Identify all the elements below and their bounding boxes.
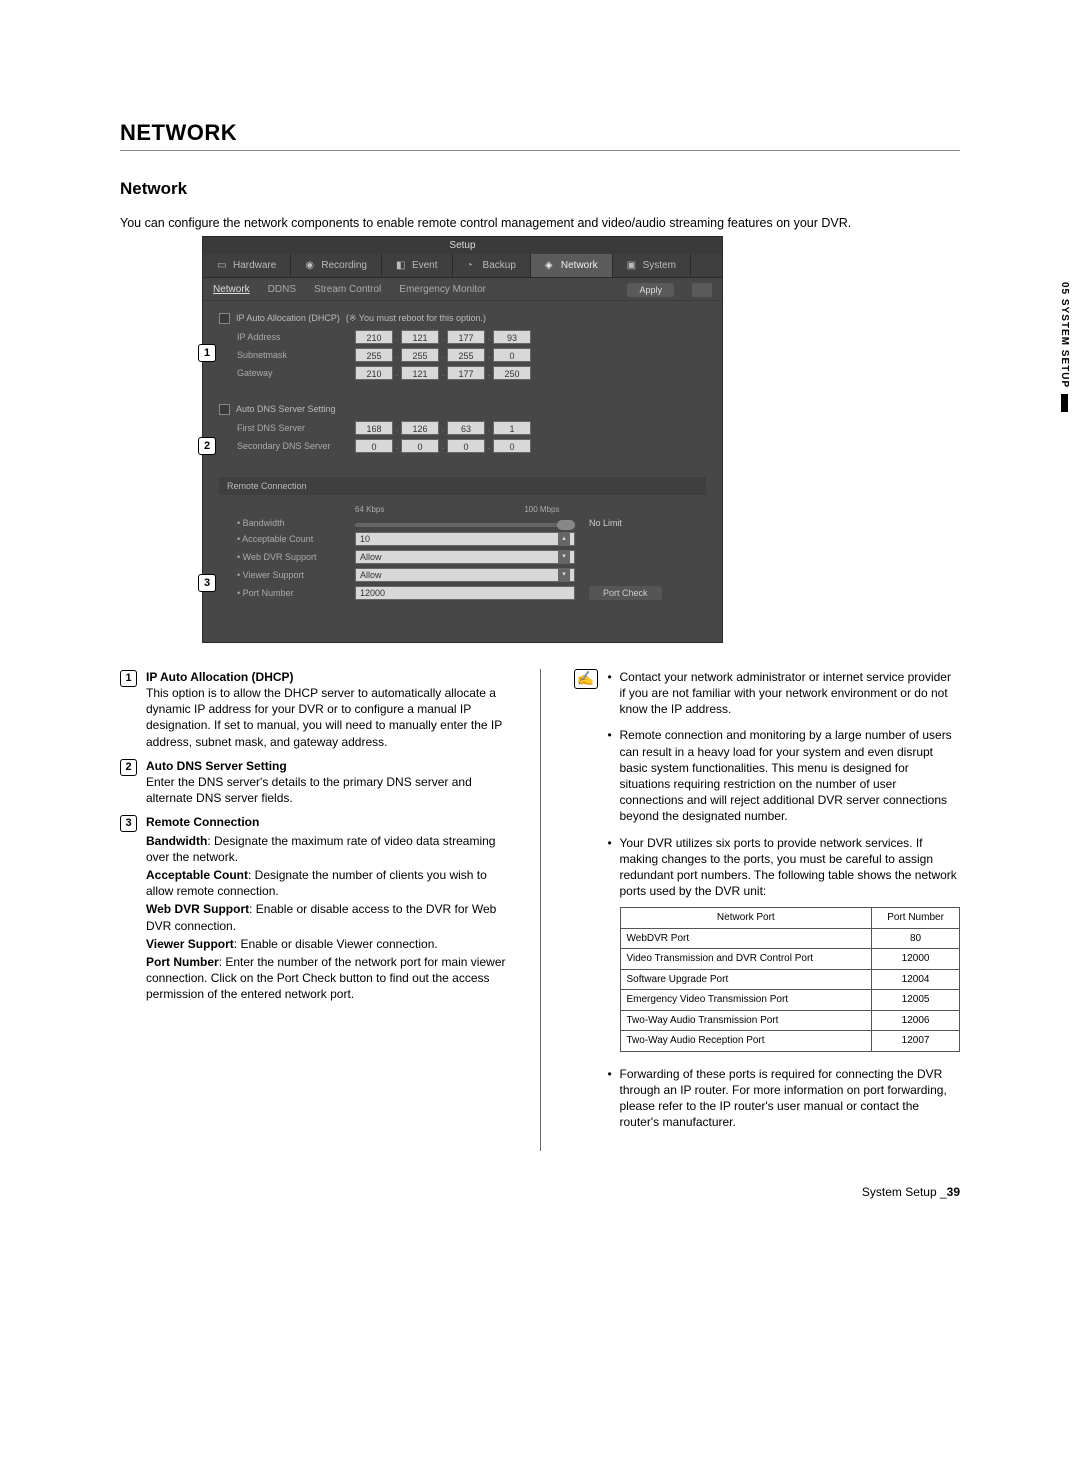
subtab-network[interactable]: Network bbox=[213, 284, 250, 299]
gateway-field[interactable]: 210. 121. 177. 250 bbox=[355, 366, 531, 380]
ports-h2: Port Number bbox=[872, 908, 960, 929]
viewer-support-select[interactable]: Allow▾ bbox=[355, 568, 575, 582]
network-icon: ◈ bbox=[545, 260, 556, 271]
column-divider bbox=[540, 669, 541, 1151]
tab-system[interactable]: ▣System bbox=[613, 254, 691, 277]
tab-hardware[interactable]: ▭Hardware bbox=[203, 254, 291, 277]
backup-icon: ◔ bbox=[467, 260, 478, 271]
note-3: Your DVR utilizes six ports to provide n… bbox=[620, 836, 957, 899]
bandwidth-label: • Bandwidth bbox=[237, 518, 355, 528]
subnet-label: Subnetmask bbox=[237, 350, 355, 360]
subnet-field[interactable]: 255. 255. 255. 0 bbox=[355, 348, 531, 362]
viewer-support-label: • Viewer Support bbox=[237, 570, 355, 580]
note-icon: ✍ bbox=[574, 669, 598, 689]
subtab-stream-control[interactable]: Stream Control bbox=[314, 284, 381, 299]
remote-section-label: Remote Connection bbox=[219, 477, 706, 495]
event-icon: ◧ bbox=[396, 260, 407, 271]
dhcp-note: (※ You must reboot for this option.) bbox=[346, 313, 486, 324]
ip-address-label: IP Address bbox=[237, 332, 355, 342]
bw-right-label: 100 Mbps bbox=[524, 505, 559, 514]
acceptable-count-label: • Acceptable Count bbox=[237, 534, 355, 544]
tab-event[interactable]: ◧Event bbox=[382, 254, 453, 277]
bandwidth-slider[interactable] bbox=[355, 523, 575, 527]
port-number-input[interactable]: 12000 bbox=[355, 586, 575, 600]
def-num-2: 2 bbox=[120, 759, 137, 776]
def3-term: Remote Connection bbox=[146, 815, 259, 829]
first-dns-label: First DNS Server bbox=[237, 423, 355, 433]
side-tab-label: 05 SYSTEM SETUP bbox=[1059, 282, 1070, 388]
second-dns-label: Secondary DNS Server bbox=[237, 441, 355, 451]
web-dvr-label: • Web DVR Support bbox=[237, 552, 355, 562]
first-dns-field[interactable]: 168. 126. 63. 1 bbox=[355, 421, 531, 435]
dhcp-label: IP Auto Allocation (DHCP) bbox=[236, 313, 340, 323]
tab-backup[interactable]: ◔Backup bbox=[453, 254, 531, 277]
web-dvr-select[interactable]: Allow▾ bbox=[355, 550, 575, 564]
side-tab: 05 SYSTEM SETUP bbox=[1059, 282, 1070, 412]
setup-window: Setup ▭Hardware ◉Recording ◧Event ◔Backu… bbox=[202, 236, 723, 643]
note-4: Forwarding of these ports is required fo… bbox=[608, 1066, 961, 1131]
slider-knob[interactable] bbox=[557, 520, 575, 530]
tab-network[interactable]: ◈Network bbox=[531, 254, 613, 277]
gateway-label: Gateway bbox=[237, 368, 355, 378]
note-2: Remote connection and monitoring by a la… bbox=[608, 727, 961, 824]
hardware-icon: ▭ bbox=[217, 260, 228, 271]
auto-dns-label: Auto DNS Server Setting bbox=[236, 404, 336, 414]
callout-2: 2 bbox=[198, 437, 216, 455]
footer: System Setup _39 bbox=[120, 1185, 960, 1199]
dhcp-checkbox[interactable] bbox=[219, 313, 230, 324]
def2-term: Auto DNS Server Setting bbox=[146, 759, 287, 773]
callout-3: 3 bbox=[198, 574, 216, 592]
def1-term: IP Auto Allocation (DHCP) bbox=[146, 670, 294, 684]
ip-address-field[interactable]: 210. 121. 177. 93 bbox=[355, 330, 531, 344]
def-num-1: 1 bbox=[120, 670, 137, 687]
callout-1: 1 bbox=[198, 344, 216, 362]
acceptable-count-input[interactable]: 10▴ bbox=[355, 532, 575, 546]
window-title: Setup bbox=[203, 237, 722, 254]
second-dns-field[interactable]: 0. 0. 0. 0 bbox=[355, 439, 531, 453]
dhcp-checkbox-row: IP Auto Allocation (DHCP) (※ You must re… bbox=[219, 313, 706, 324]
auto-dns-checkbox[interactable] bbox=[219, 404, 230, 415]
left-col: 1 IP Auto Allocation (DHCP) This option … bbox=[120, 669, 507, 1151]
bw-left-label: 64 Kbps bbox=[355, 505, 384, 514]
subtab-ddns[interactable]: DDNS bbox=[268, 284, 296, 299]
note-1: Contact your network administrator or in… bbox=[608, 669, 961, 718]
tabs-row: ▭Hardware ◉Recording ◧Event ◔Backup ◈Net… bbox=[203, 254, 722, 278]
system-icon: ▣ bbox=[627, 260, 638, 271]
port-check-button[interactable]: Port Check bbox=[589, 586, 662, 600]
def1-body: This option is to allow the DHCP server … bbox=[146, 686, 502, 749]
auto-dns-checkbox-row: Auto DNS Server Setting bbox=[219, 404, 706, 415]
recording-icon: ◉ bbox=[305, 260, 316, 271]
chevron-down-icon[interactable]: ▾ bbox=[558, 551, 570, 563]
right-col: ✍ Contact your network administrator or … bbox=[574, 669, 961, 1151]
tab-recording[interactable]: ◉Recording bbox=[291, 254, 382, 277]
chevron-down-icon[interactable]: ▾ bbox=[558, 569, 570, 581]
port-number-label: • Port Number bbox=[237, 588, 355, 598]
columns: 1 IP Auto Allocation (DHCP) This option … bbox=[120, 669, 960, 1151]
screenshot-area: Setup ▭Hardware ◉Recording ◧Event ◔Backu… bbox=[202, 236, 960, 643]
def2-body: Enter the DNS server's details to the pr… bbox=[146, 775, 472, 805]
page-title: NETWORK bbox=[120, 120, 960, 151]
subtab-emergency-monitor[interactable]: Emergency Monitor bbox=[399, 284, 486, 299]
ports-h1: Network Port bbox=[620, 908, 872, 929]
stepper-icon[interactable]: ▴ bbox=[558, 533, 570, 545]
bandwidth-value: No Limit bbox=[589, 518, 622, 528]
apply-button[interactable]: Apply bbox=[627, 283, 674, 297]
ports-table: Network Port Port Number WebDVR Port80 V… bbox=[620, 907, 961, 1052]
subheading: Network bbox=[120, 179, 960, 199]
keyboard-button[interactable] bbox=[692, 283, 712, 297]
shot-body: IP Auto Allocation (DHCP) (※ You must re… bbox=[203, 301, 722, 642]
def-num-3: 3 bbox=[120, 815, 137, 832]
side-tab-marker bbox=[1061, 394, 1068, 412]
intro-text: You can configure the network components… bbox=[120, 215, 960, 232]
subtabs-row: Network DDNS Stream Control Emergency Mo… bbox=[203, 278, 722, 301]
